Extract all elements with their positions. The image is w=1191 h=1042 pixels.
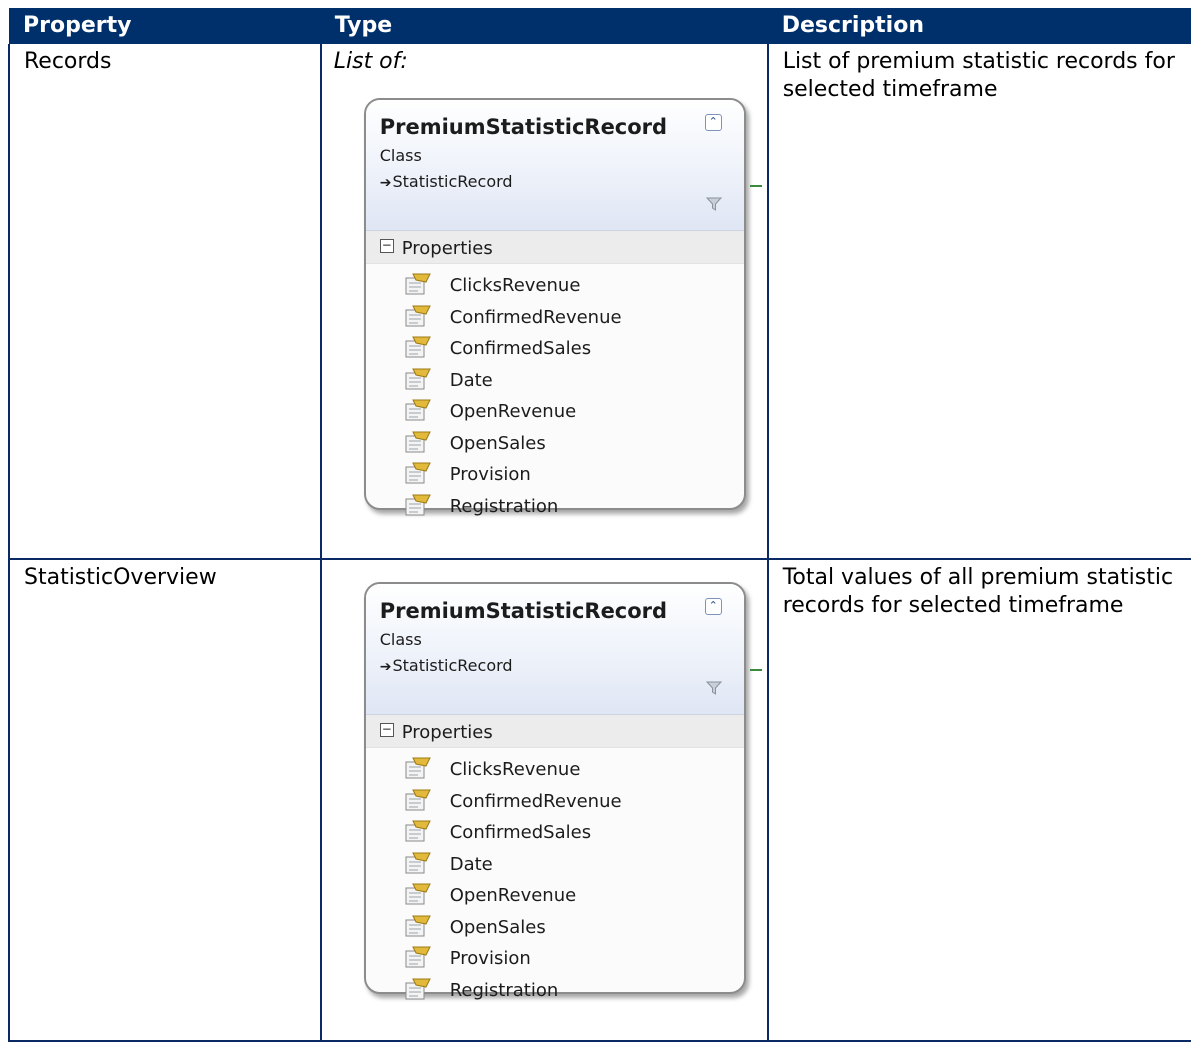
properties-section-header[interactable]: − Properties — [365, 715, 744, 748]
class-base: ➔StatisticRecord — [380, 168, 513, 197]
double-chevron-up-icon[interactable]: ⌃ — [704, 114, 722, 131]
class-name: PremiumStatisticRecord — [379, 115, 668, 139]
class-kind: Class — [379, 630, 422, 649]
property-icon — [405, 336, 431, 358]
list-item[interactable]: Registration — [366, 491, 744, 523]
minus-box-icon[interactable]: − — [379, 239, 394, 253]
property-name: Date — [449, 369, 493, 391]
type-cell: List of: PremiumStatisticRecord Class ➔S… — [319, 44, 768, 560]
list-item[interactable]: ClicksRevenue — [366, 270, 744, 302]
minus-box-icon[interactable]: − — [379, 723, 394, 737]
description-cell: Total values of all premium statistic re… — [766, 559, 1191, 1042]
property-icon — [405, 462, 431, 484]
property-icon — [405, 494, 431, 515]
property-name: OpenRevenue — [449, 401, 577, 422]
property-name: Date — [449, 853, 493, 875]
list-item[interactable]: OpenRevenue — [366, 396, 744, 428]
class-diagram-box[interactable]: PremiumStatisticRecord Class ➔StatisticR… — [363, 98, 762, 517]
property-list: ClicksRevenue ConfirmedRevenue Confirmed… — [366, 264, 744, 522]
header-description: Description — [767, 8, 1191, 44]
type-prefix: List of: — [333, 49, 408, 74]
list-item[interactable]: Provision — [366, 459, 744, 491]
property-icon — [405, 431, 431, 452]
description-cell: List of premium statistic records for se… — [766, 44, 1191, 560]
property-name: Provision — [449, 464, 531, 485]
header-type: Type — [320, 8, 768, 44]
list-item[interactable]: Registration — [366, 975, 744, 1007]
header-property: Property — [9, 8, 321, 44]
property-name: OpenSales — [449, 432, 546, 454]
list-item[interactable]: ConfirmedRevenue — [366, 786, 744, 818]
property-icon — [405, 978, 431, 999]
filter-funnel-icon[interactable] — [705, 196, 722, 212]
property-icon — [405, 305, 431, 326]
list-item[interactable]: Date — [366, 849, 744, 881]
property-table: Property Type Description Records List o… — [8, 8, 1191, 1042]
property-name: Registration — [449, 979, 559, 1001]
class-header: PremiumStatisticRecord Class ➔StatisticR… — [365, 584, 744, 715]
property-icon — [405, 883, 431, 905]
property-name: OpenSales — [449, 916, 546, 938]
property-cell: StatisticOverview — [8, 559, 321, 1042]
class-kind: Class — [379, 146, 422, 165]
class-header: PremiumStatisticRecord Class ➔StatisticR… — [365, 100, 744, 231]
filter-funnel-icon[interactable] — [705, 680, 722, 696]
base-class-name: StatisticRecord — [392, 172, 513, 191]
table-row: Records List of: PremiumStatisticRecord … — [8, 44, 1191, 560]
list-item[interactable]: ConfirmedSales — [366, 817, 744, 849]
property-list: ClicksRevenue ConfirmedRevenue Confirmed… — [366, 748, 744, 1006]
type-cell: PremiumStatisticRecord Class ➔StatisticR… — [319, 559, 768, 1042]
list-item[interactable]: OpenSales — [366, 428, 744, 460]
inheritance-arrow-icon: ➔ — [379, 659, 392, 675]
class-base: ➔StatisticRecord — [380, 652, 513, 681]
diagram-connector-line — [749, 185, 762, 187]
property-name: ConfirmedRevenue — [449, 790, 622, 812]
section-label: Properties — [401, 722, 493, 743]
class-name: PremiumStatisticRecord — [379, 599, 668, 623]
list-item[interactable]: ConfirmedSales — [366, 333, 744, 365]
property-icon — [405, 368, 431, 389]
list-item[interactable]: OpenRevenue — [366, 880, 744, 912]
diagram-connector-line — [749, 669, 762, 671]
property-icon — [405, 399, 431, 421]
table-row: StatisticOverview PremiumStatisticRecord… — [8, 559, 1191, 1042]
property-icon — [405, 273, 431, 295]
property-icon — [405, 946, 431, 968]
property-name: OpenRevenue — [449, 885, 577, 906]
double-chevron-up-icon[interactable]: ⌃ — [704, 598, 722, 615]
property-icon — [405, 915, 431, 936]
inheritance-arrow-icon: ➔ — [379, 175, 392, 191]
property-icon — [405, 852, 431, 873]
property-icon — [405, 757, 431, 779]
list-item[interactable]: OpenSales — [366, 912, 744, 944]
header-row: Property Type Description — [9, 8, 1191, 44]
list-item[interactable]: ConfirmedRevenue — [366, 302, 744, 334]
property-name: ClicksRevenue — [449, 275, 581, 296]
list-item[interactable]: Provision — [366, 943, 744, 975]
properties-section-header[interactable]: − Properties — [365, 231, 744, 264]
property-name: ConfirmedSales — [449, 822, 592, 843]
base-class-name: StatisticRecord — [392, 656, 513, 675]
property-icon — [405, 789, 431, 810]
list-item[interactable]: Date — [366, 365, 744, 397]
property-cell: Records — [8, 44, 321, 560]
property-name: Registration — [449, 495, 559, 517]
section-label: Properties — [401, 238, 493, 259]
property-name: Provision — [449, 948, 531, 969]
property-name: ClicksRevenue — [449, 759, 581, 780]
list-item[interactable]: ClicksRevenue — [366, 754, 744, 786]
property-name: ConfirmedRevenue — [449, 306, 622, 328]
class-diagram-box[interactable]: PremiumStatisticRecord Class ➔StatisticR… — [363, 582, 762, 1001]
property-icon — [405, 820, 431, 842]
property-name: ConfirmedSales — [449, 338, 592, 359]
